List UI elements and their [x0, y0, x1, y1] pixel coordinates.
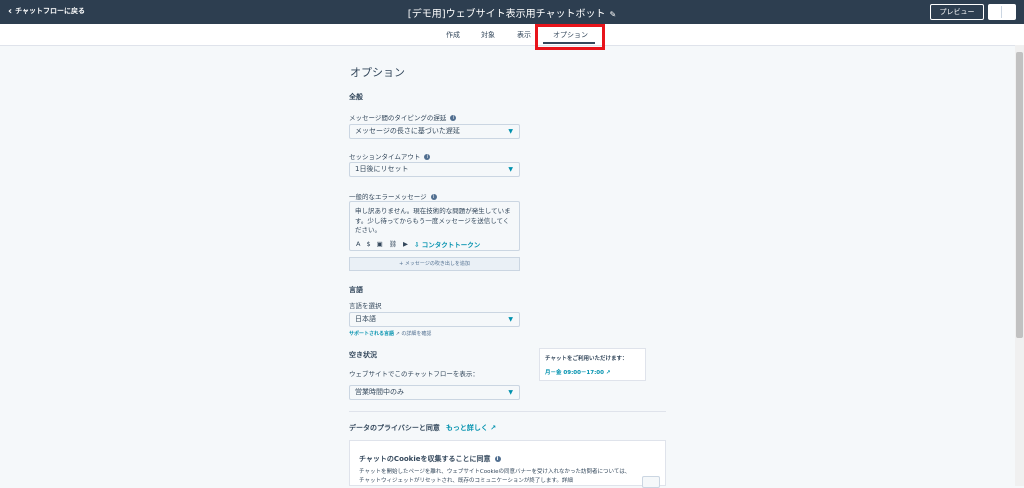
page-title: [デモ用]ウェブサイト表示用チャットボット ✎ [0, 5, 1024, 20]
general-section-title: 全般 [349, 93, 363, 101]
learn-more-link[interactable]: もっと詳しく ↗ [446, 424, 496, 432]
privacy-title: データのプライバシーと同意 もっと詳しく ↗ [349, 424, 497, 432]
caret-down-icon: ▼ [508, 166, 513, 173]
cookie-consent-title: チャットのCookieを収集することに同意 i [359, 454, 501, 464]
tab-bar: 作成 対象 表示 オプション [0, 24, 1024, 46]
cookie-consent-card: チャットのCookieを収集することに同意 i チャットを開始したページを離れ、ウ… [349, 440, 666, 488]
info-icon[interactable]: i [494, 456, 501, 462]
typing-delay-label: メッセージ間のタイピングの遅延 i [349, 112, 457, 122]
info-icon[interactable]: i [430, 194, 437, 200]
availability-label: ウェブサイトでこのチャットフローを表示： [349, 370, 479, 378]
cookie-consent-toggle[interactable] [642, 476, 660, 488]
cookie-consent-description: チャットを開始したページを離れ、ウェブサイトCookieの同意バナーを受け入れな… [359, 469, 631, 484]
pencil-icon[interactable]: ✎ [610, 10, 617, 19]
session-timeout-select[interactable]: 1日後にリセット ▼ [349, 162, 520, 177]
availability-hours-card: チャットをご利用いただけます： 月－金 09:00－17:00 ↗ [539, 348, 646, 381]
tab-create[interactable]: 作成 [446, 30, 460, 40]
language-select[interactable]: 日本語 ▼ [349, 312, 520, 327]
typing-delay-select[interactable]: メッセージの長さに基づいた遅延 ▼ [349, 124, 520, 139]
highlight-box [535, 24, 605, 50]
tab-display[interactable]: 表示 [517, 30, 531, 40]
divider [349, 411, 666, 412]
info-icon[interactable]: i [424, 154, 431, 160]
contact-token-button[interactable]: ⇩ コンタクトトークン [414, 239, 480, 249]
language-section-title: 言語 [349, 286, 363, 294]
view-toggle[interactable] [988, 4, 1016, 20]
availability-select[interactable]: 営業時間中のみ ▼ [349, 385, 520, 400]
caret-down-icon: ▼ [508, 389, 513, 396]
preview-button[interactable]: プレビュー [930, 4, 984, 20]
supported-languages-anchor[interactable]: サポートされる言語 [349, 331, 394, 337]
session-timeout-label: セッションタイムアウト i [349, 151, 431, 161]
link-icon[interactable]: ⛓ [389, 240, 397, 248]
external-link-icon: ↗ [605, 370, 611, 376]
font-icon[interactable]: A [356, 240, 360, 248]
scrollbar-thumb[interactable] [1016, 52, 1023, 338]
section-heading: オプション [350, 66, 405, 79]
title-text: [デモ用]ウェブサイト表示用チャットボット [407, 9, 606, 20]
hours-title: チャットをご利用いただけます： [545, 356, 628, 362]
video-icon[interactable]: ▶ [403, 240, 408, 248]
top-bar: ‹ チャットフローに戻る [デモ用]ウェブサイト表示用チャットボット ✎ プレビュ… [0, 0, 1024, 24]
availability-section-title: 空き状況 [349, 351, 377, 359]
rich-text-toolbar: A $ ▣ ⛓ ▶ ⇩ コンタクトトークン [356, 239, 480, 249]
error-message-text[interactable]: 申し訳ありません。現在技術的な問題が発生しています。少し待ってからもう一度メッセ… [355, 207, 515, 236]
image-icon[interactable]: ▣ [377, 240, 383, 248]
supported-languages-link: サポートされる言語 ↗ の詳細を確認 [349, 331, 432, 337]
money-icon[interactable]: $ [366, 240, 370, 248]
hours-link[interactable]: 月－金 09:00－17:00 ↗ [545, 368, 640, 376]
info-icon[interactable]: i [450, 115, 457, 121]
language-label: 言語を選択 [349, 302, 382, 310]
add-message-button[interactable]: + メッセージの吹き出しを追加 [349, 257, 520, 271]
tab-target[interactable]: 対象 [481, 30, 495, 40]
caret-down-icon: ▼ [508, 128, 513, 135]
error-message-textarea[interactable]: 申し訳ありません。現在技術的な問題が発生しています。少し待ってからもう一度メッセ… [349, 201, 520, 251]
error-message-label: 一般的なエラーメッセージ i [349, 191, 437, 201]
caret-down-icon: ▼ [508, 316, 513, 323]
